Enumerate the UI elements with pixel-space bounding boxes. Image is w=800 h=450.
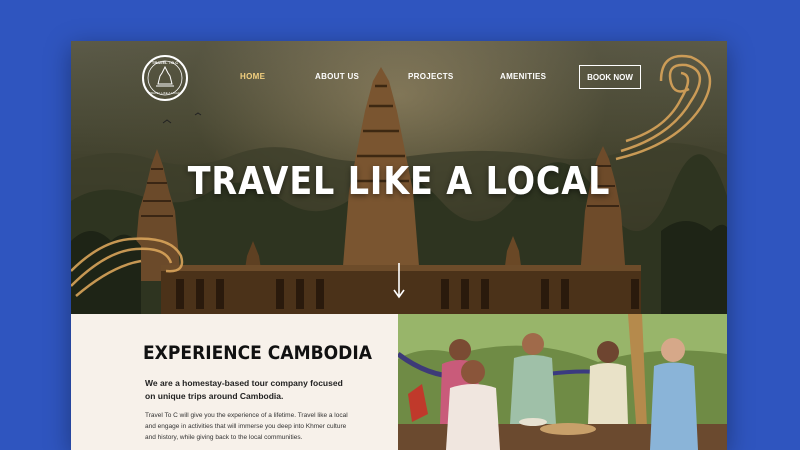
experience-section: EXPERIENCE CAMBODIA We are a homestay-ba… bbox=[71, 314, 398, 450]
nav-projects[interactable]: PROJECTS bbox=[408, 72, 454, 81]
website-frame: TRAVEL TO C TRAVEL LIKE A LOCAL HOME ABO… bbox=[71, 41, 727, 450]
women-sharing-meal-image bbox=[398, 314, 727, 450]
nav-amenities[interactable]: AMENITIES bbox=[500, 72, 546, 81]
logo-text: TRAVEL TO C bbox=[151, 60, 179, 65]
section-intro: We are a homestay-based tour company foc… bbox=[145, 378, 343, 401]
section-title: EXPERIENCE CAMBODIA bbox=[143, 342, 372, 364]
hero-title: TRAVEL LIKE A LOCAL bbox=[187, 159, 611, 203]
nav-about-us[interactable]: ABOUT US bbox=[315, 72, 359, 81]
brand-logo[interactable]: TRAVEL TO C TRAVEL LIKE A LOCAL bbox=[142, 55, 188, 101]
arrow-down-icon[interactable] bbox=[393, 263, 405, 299]
book-now-button[interactable]: BOOK NOW bbox=[579, 65, 641, 89]
hero-section: TRAVEL TO C TRAVEL LIKE A LOCAL HOME ABO… bbox=[71, 41, 727, 314]
nav-home[interactable]: HOME bbox=[240, 72, 265, 81]
group-photo bbox=[398, 314, 727, 450]
logo-subtext: TRAVEL LIKE A LOCAL bbox=[149, 91, 181, 95]
section-body: Travel To C will give you the experience… bbox=[145, 412, 348, 441]
